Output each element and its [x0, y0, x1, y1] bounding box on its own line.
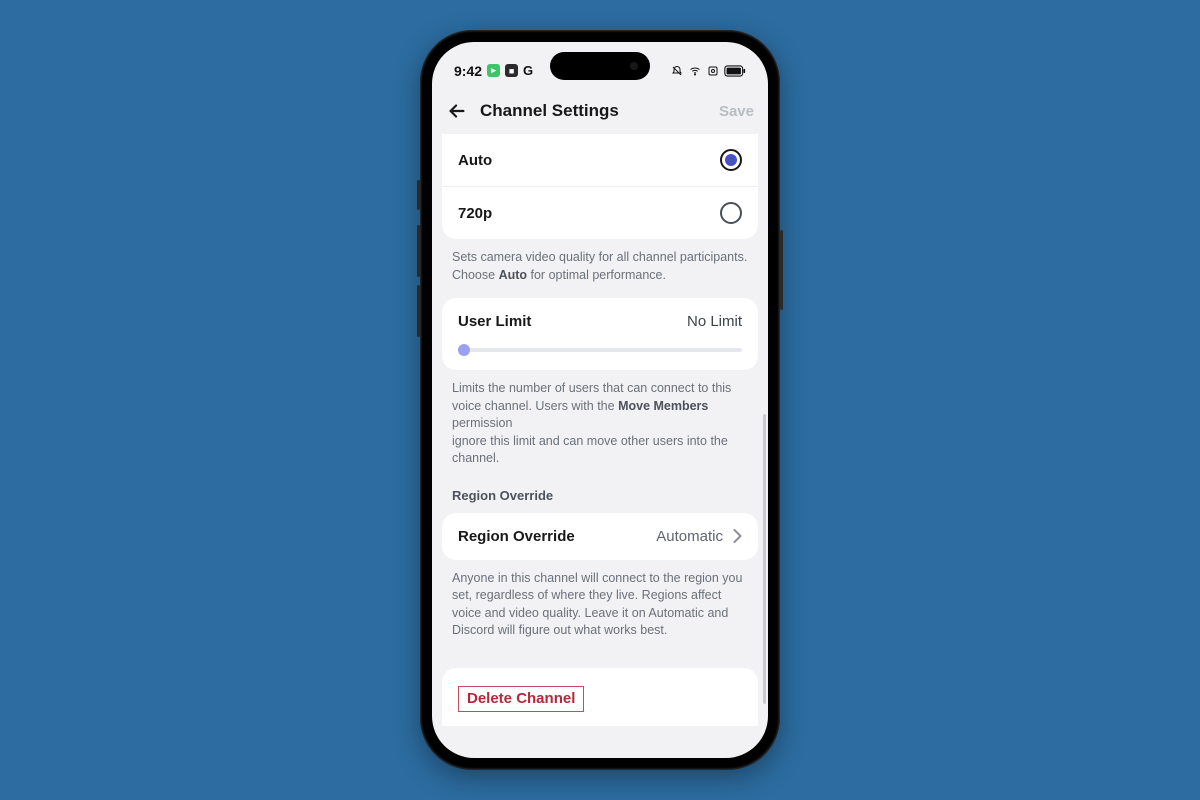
save-button[interactable]: Save [719, 103, 754, 120]
content-scroll[interactable]: Auto 720p Sets camera video quality for … [432, 134, 768, 758]
delete-card: Delete Channel [442, 668, 758, 727]
user-limit-value: No Limit [687, 313, 742, 330]
region-row-value: Automatic [656, 528, 723, 545]
battery-icon [724, 65, 746, 77]
delete-channel-button[interactable]: Delete Channel [458, 686, 584, 713]
quality-help-text: Sets camera video quality for all channe… [432, 239, 768, 298]
phone-frame: 9:42 ▸ ■ G Channel Settings Save [420, 30, 780, 770]
back-button[interactable] [446, 100, 474, 122]
side-button [417, 225, 420, 277]
video-quality-card: Auto 720p [442, 134, 758, 239]
scroll-indicator [763, 414, 766, 704]
chevron-right-icon [733, 529, 742, 543]
status-badge-icon: ▸ [487, 64, 500, 77]
status-left: 9:42 ▸ ■ G [454, 63, 533, 79]
side-button [780, 230, 783, 310]
status-badge-icon: ■ [505, 64, 518, 77]
side-button [417, 180, 420, 210]
arrow-left-icon [446, 100, 468, 122]
option-label: Auto [458, 152, 492, 169]
wifi-icon [688, 65, 702, 77]
radio-unselected-icon [720, 202, 742, 224]
nav-header: Channel Settings Save [432, 88, 768, 134]
region-override-row[interactable]: Region Override Automatic [442, 513, 758, 560]
user-limit-card: User Limit No Limit [442, 298, 758, 370]
radio-selected-icon [720, 149, 742, 171]
rotation-lock-icon [707, 65, 719, 77]
page-title: Channel Settings [474, 101, 719, 121]
screen: 9:42 ▸ ■ G Channel Settings Save [432, 42, 768, 758]
user-limit-label: User Limit [458, 313, 531, 330]
slider-thumb-icon[interactable] [458, 344, 470, 356]
region-row-label: Region Override [458, 528, 575, 545]
region-card: Region Override Automatic [442, 513, 758, 560]
status-app-icon: G [523, 63, 533, 78]
dnd-icon [671, 65, 683, 77]
side-button [417, 285, 420, 337]
user-limit-slider[interactable] [458, 348, 742, 352]
status-right [671, 65, 746, 77]
status-time: 9:42 [454, 63, 482, 79]
quality-option-720p[interactable]: 720p [442, 186, 758, 239]
user-limit-help-text: Limits the number of users that can conn… [432, 370, 768, 482]
region-section-title: Region Override [432, 482, 768, 513]
region-help-text: Anyone in this channel will connect to t… [432, 560, 768, 654]
dynamic-island [550, 52, 650, 80]
option-label: 720p [458, 205, 492, 222]
quality-option-auto[interactable]: Auto [442, 134, 758, 186]
